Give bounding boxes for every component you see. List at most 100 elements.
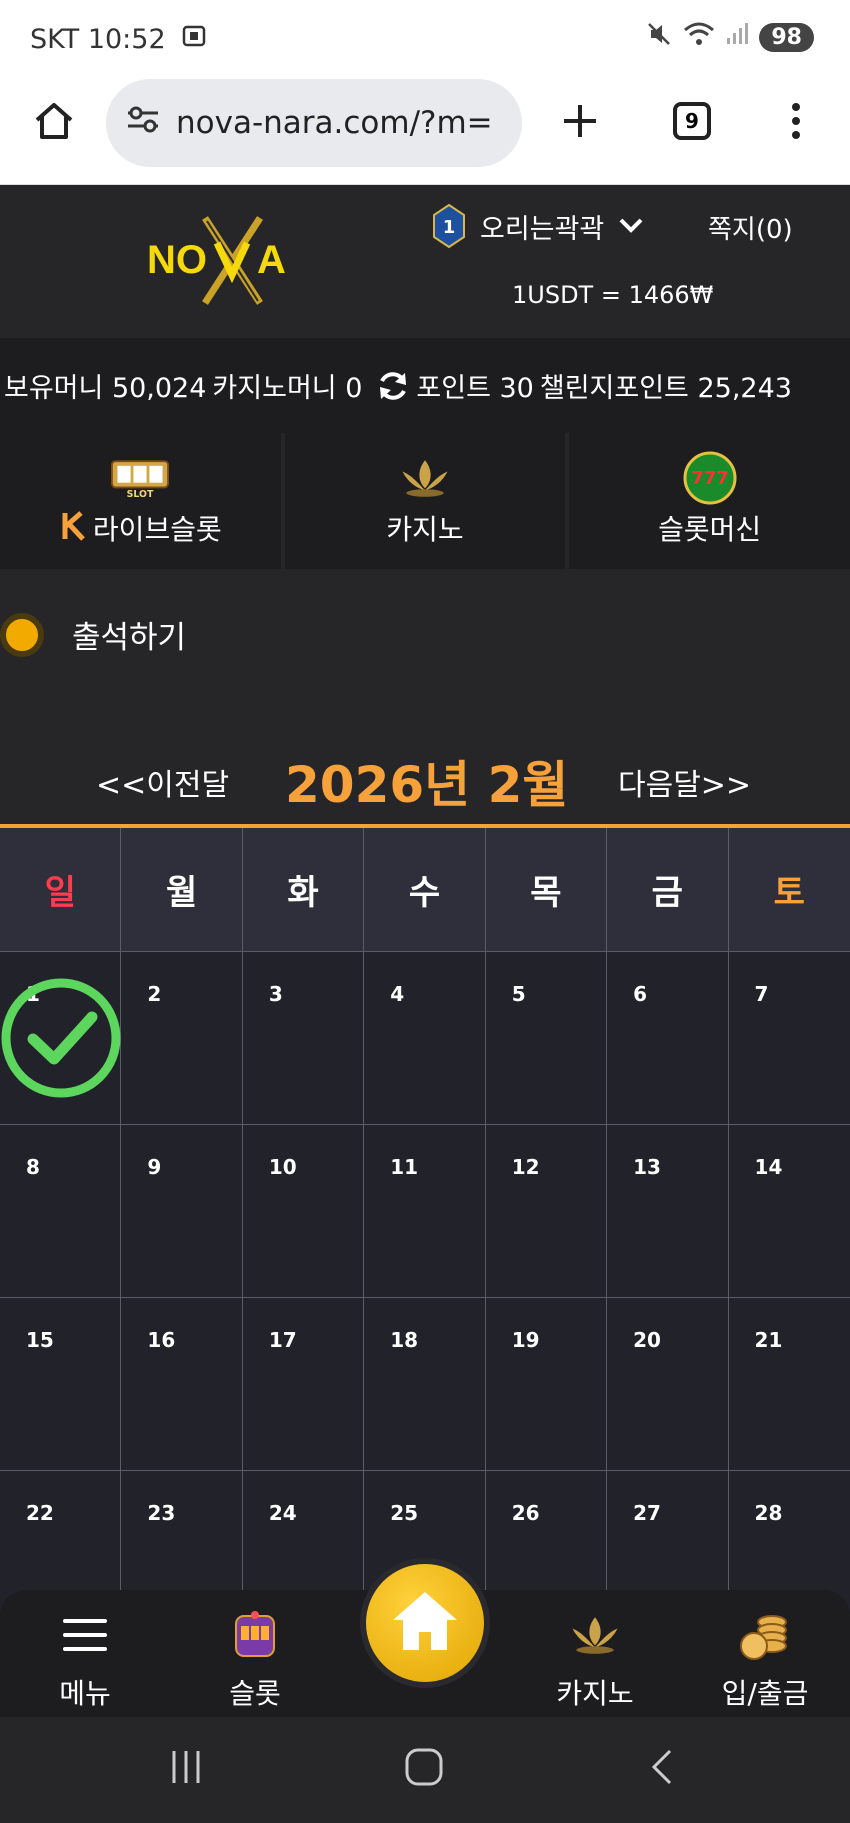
nav-menu[interactable]: 메뉴 bbox=[25, 1608, 145, 1712]
calendar-week: 1 2 3 4 5 6 7 bbox=[0, 952, 850, 1125]
carrier-time: SKT 10:52 bbox=[30, 24, 166, 55]
day-number: 18 bbox=[390, 1328, 419, 1352]
category-live-slot-label: 라이브슬롯 bbox=[92, 513, 222, 546]
system-home-icon[interactable] bbox=[404, 1747, 444, 1791]
user-dropdown[interactable]: 1 오리는곽곽 bbox=[432, 203, 644, 249]
nav-slot-label: 슬롯 bbox=[229, 1677, 281, 1710]
weekday-sat: 토 bbox=[728, 828, 850, 952]
nav-menu-label: 메뉴 bbox=[59, 1677, 111, 1710]
day-number: 28 bbox=[754, 1501, 783, 1525]
url-field[interactable]: nova-nara.com/?m= bbox=[106, 79, 522, 167]
day-number: 25 bbox=[390, 1501, 419, 1525]
day-number: 21 bbox=[754, 1328, 783, 1352]
tab-count: 9 bbox=[673, 102, 711, 140]
recent-apps-icon[interactable] bbox=[168, 1747, 204, 1791]
category-tabs: SLOT 라이브슬롯 카지노 777 슬롯머신 bbox=[0, 433, 850, 569]
calendar-day[interactable]: 21 bbox=[728, 1298, 850, 1471]
status-bar: SKT 10:52 98 bbox=[0, 0, 850, 75]
more-menu-icon[interactable] bbox=[768, 93, 824, 149]
day-number: 15 bbox=[26, 1328, 54, 1352]
site-settings-icon[interactable] bbox=[126, 104, 160, 142]
attendance-dot-icon bbox=[0, 612, 44, 657]
url-text: nova-nara.com/?m= bbox=[176, 105, 493, 141]
day-number: 24 bbox=[268, 1501, 297, 1525]
refresh-icon[interactable] bbox=[376, 369, 410, 403]
calendar-day[interactable]: 3 bbox=[242, 952, 365, 1125]
day-number: 8 bbox=[26, 1155, 40, 1179]
calendar-week: 8 9 10 11 12 13 14 bbox=[0, 1125, 850, 1298]
home-icon[interactable] bbox=[26, 93, 82, 149]
screenshot-icon bbox=[180, 22, 208, 57]
calendar-day[interactable]: 20 bbox=[607, 1298, 729, 1471]
day-number: 13 bbox=[633, 1155, 661, 1179]
prev-month-button[interactable]: <<이전달 bbox=[96, 760, 229, 804]
calendar-day[interactable]: 13 bbox=[607, 1125, 729, 1298]
category-live-slot[interactable]: SLOT 라이브슬롯 bbox=[0, 433, 281, 569]
site-logo[interactable]: NO A bbox=[145, 213, 320, 308]
day-number: 9 bbox=[147, 1155, 162, 1179]
hamburger-icon bbox=[55, 1608, 115, 1662]
points: 포인트 30 bbox=[416, 373, 534, 404]
day-number: 17 bbox=[268, 1328, 297, 1352]
day-number: 26 bbox=[511, 1501, 540, 1525]
calendar-day[interactable]: 16 bbox=[121, 1298, 243, 1471]
calendar-day[interactable]: 17 bbox=[242, 1298, 365, 1471]
calendar-day[interactable]: 14 bbox=[728, 1125, 850, 1298]
calendar-day[interactable]: 4 bbox=[364, 952, 486, 1125]
calendar-day[interactable]: 5 bbox=[485, 952, 608, 1125]
calendar-day[interactable]: 10 bbox=[242, 1125, 365, 1298]
day-number: 6 bbox=[633, 982, 648, 1006]
challenge-points: 챌린지포인트 25,243 bbox=[539, 373, 792, 404]
balance: 보유머니 50,024 bbox=[4, 373, 207, 404]
weekday-fri: 금 bbox=[607, 828, 729, 952]
chevron-down-icon bbox=[618, 211, 644, 242]
calendar-day[interactable]: 18 bbox=[364, 1298, 486, 1471]
day-number: 3 bbox=[268, 982, 283, 1006]
day-number: 10 bbox=[268, 1155, 297, 1179]
svg-text:777: 777 bbox=[691, 468, 729, 489]
category-slot-machine[interactable]: 777 슬롯머신 bbox=[569, 433, 850, 569]
nav-slot[interactable]: 슬롯 bbox=[195, 1608, 315, 1712]
back-icon[interactable] bbox=[648, 1747, 676, 1791]
calendar-day[interactable]: 1 bbox=[0, 952, 122, 1125]
kslot-lotus-icon bbox=[395, 454, 455, 502]
nav-deposit-withdraw[interactable]: 입/출금 bbox=[705, 1608, 825, 1712]
day-number: 4 bbox=[390, 982, 405, 1006]
next-month-button[interactable]: 다음달>> bbox=[618, 760, 751, 804]
calendar-day[interactable]: 2 bbox=[121, 952, 243, 1125]
day-number: 2 bbox=[147, 982, 162, 1006]
calendar-day[interactable]: 15 bbox=[0, 1298, 122, 1471]
attendance-title: 출석하기 bbox=[72, 620, 187, 656]
memo-link[interactable]: 쪽지(0) bbox=[708, 209, 793, 246]
slot-machine-icon bbox=[225, 1608, 285, 1662]
calendar-day[interactable]: 11 bbox=[364, 1125, 486, 1298]
day-number: 22 bbox=[26, 1501, 54, 1525]
exchange-rate: 1USDT = 1466₩ bbox=[512, 281, 714, 309]
day-number: 27 bbox=[633, 1501, 661, 1525]
nav-casino[interactable]: 카지노 bbox=[535, 1608, 655, 1712]
day-number: 7 bbox=[754, 982, 769, 1006]
calendar-day[interactable]: 19 bbox=[485, 1298, 608, 1471]
category-live-slot-row: 라이브슬롯 bbox=[59, 508, 222, 548]
calendar-day[interactable]: 9 bbox=[121, 1125, 243, 1298]
svg-text:SLOT: SLOT bbox=[127, 489, 154, 500]
calendar-day[interactable]: 8 bbox=[0, 1125, 122, 1298]
tab-switcher-button[interactable]: 9 bbox=[664, 93, 720, 149]
day-number: 12 bbox=[511, 1155, 540, 1179]
new-tab-icon[interactable] bbox=[552, 93, 608, 149]
weekday-tue: 화 bbox=[242, 828, 365, 952]
weekday-mon: 월 bbox=[121, 828, 243, 952]
browser-toolbar: nova-nara.com/?m= 9 bbox=[0, 75, 850, 185]
calendar-day[interactable]: 7 bbox=[728, 952, 850, 1125]
coins-icon bbox=[735, 1608, 795, 1662]
system-nav-bar bbox=[0, 1717, 850, 1823]
calendar-day[interactable]: 12 bbox=[485, 1125, 608, 1298]
live-slot-icon: SLOT bbox=[110, 454, 170, 502]
777-slots-icon: 777 bbox=[680, 451, 740, 505]
battery-indicator: 98 bbox=[759, 23, 814, 52]
home-button[interactable] bbox=[360, 1558, 490, 1688]
mute-icon bbox=[645, 20, 673, 55]
calendar-day[interactable]: 6 bbox=[607, 952, 729, 1125]
day-number: 23 bbox=[147, 1501, 176, 1525]
category-casino[interactable]: 카지노 bbox=[284, 433, 566, 569]
